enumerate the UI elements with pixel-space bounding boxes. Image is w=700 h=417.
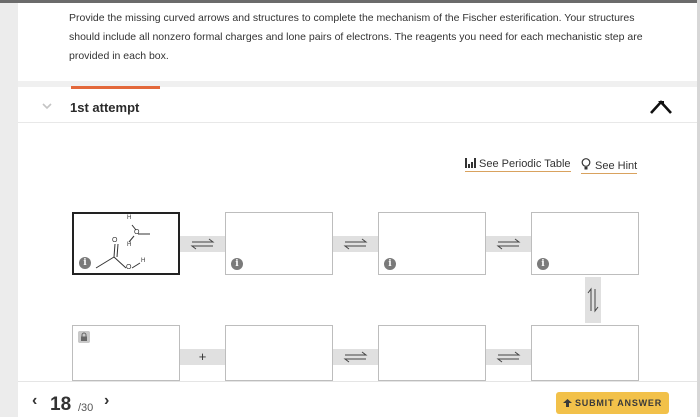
info-icon[interactable]: i xyxy=(537,258,549,270)
prompt-line: provided in each box. xyxy=(69,50,169,62)
question-total: /30 xyxy=(78,402,94,414)
equilibrium-connector xyxy=(486,349,531,365)
mechanism-box-8[interactable] xyxy=(72,325,180,381)
mechanism-box-1[interactable]: H O H O O H i xyxy=(72,212,180,275)
periodic-table-label: See Periodic Table xyxy=(479,158,571,170)
equilibrium-arrow-icon xyxy=(496,238,521,250)
submit-answer-button[interactable]: SUBMIT ANSWER xyxy=(556,392,669,414)
hint-label: See Hint xyxy=(595,160,638,172)
submit-icon xyxy=(562,399,572,407)
atom-o-label: O xyxy=(134,229,140,236)
lock-icon xyxy=(78,331,90,343)
footer-bar: ‹ 18 /30 › SUBMIT ANSWER xyxy=(18,381,697,417)
question-prompt: Provide the missing curved arrows and st… xyxy=(69,9,649,66)
periodic-table-link[interactable]: See Periodic Table xyxy=(465,158,571,172)
mechanism-box-3[interactable]: i xyxy=(378,212,486,275)
chevron-down-icon[interactable] xyxy=(42,101,52,111)
mechanism-box-6[interactable] xyxy=(378,325,486,381)
equilibrium-connector xyxy=(333,349,378,365)
atom-h-label: H xyxy=(127,242,132,248)
mechanism-box-7[interactable] xyxy=(225,325,333,381)
collapse-arrow-icon[interactable] xyxy=(650,98,672,116)
equilibrium-connector xyxy=(333,236,378,252)
mechanism-box-4[interactable]: i xyxy=(531,212,639,275)
submit-answer-label: SUBMIT ANSWER xyxy=(574,398,663,408)
info-icon[interactable]: i xyxy=(231,258,243,270)
attempt-header[interactable]: 1st attempt xyxy=(18,89,697,125)
equilibrium-arrow-icon xyxy=(190,238,215,250)
atom-h-label: H xyxy=(127,215,132,221)
hint-link[interactable]: See Hint xyxy=(581,158,638,174)
atom-h-label: H xyxy=(141,258,146,264)
equilibrium-arrow-icon xyxy=(343,351,368,363)
atom-o-label: O xyxy=(126,264,132,271)
prompt-line: Provide the missing curved arrows and st… xyxy=(69,12,635,24)
attempt-label: 1st attempt xyxy=(70,100,140,115)
equilibrium-connector xyxy=(180,236,225,252)
mechanism-box-5[interactable] xyxy=(531,325,639,381)
app-frame: Provide the missing curved arrows and st… xyxy=(0,0,700,417)
info-icon[interactable]: i xyxy=(79,257,91,269)
next-question-button[interactable]: › xyxy=(104,392,109,410)
question-number: 18 xyxy=(50,394,72,415)
atom-o-label: O xyxy=(112,237,118,244)
divider xyxy=(18,122,697,123)
equilibrium-arrow-icon xyxy=(587,287,599,313)
prev-question-button[interactable]: ‹ xyxy=(32,392,37,410)
prompt-line: should include all nonzero formal charge… xyxy=(69,31,643,43)
mechanism-box-2[interactable]: i xyxy=(225,212,333,275)
lightbulb-icon xyxy=(581,158,591,170)
plus-connector: + xyxy=(180,349,225,365)
equilibrium-arrow-icon xyxy=(343,238,368,250)
info-icon[interactable]: i xyxy=(384,258,396,270)
vertical-equilibrium-connector xyxy=(585,277,601,323)
periodic-table-icon xyxy=(465,158,476,168)
equilibrium-connector xyxy=(486,236,531,252)
equilibrium-arrow-icon xyxy=(496,351,521,363)
